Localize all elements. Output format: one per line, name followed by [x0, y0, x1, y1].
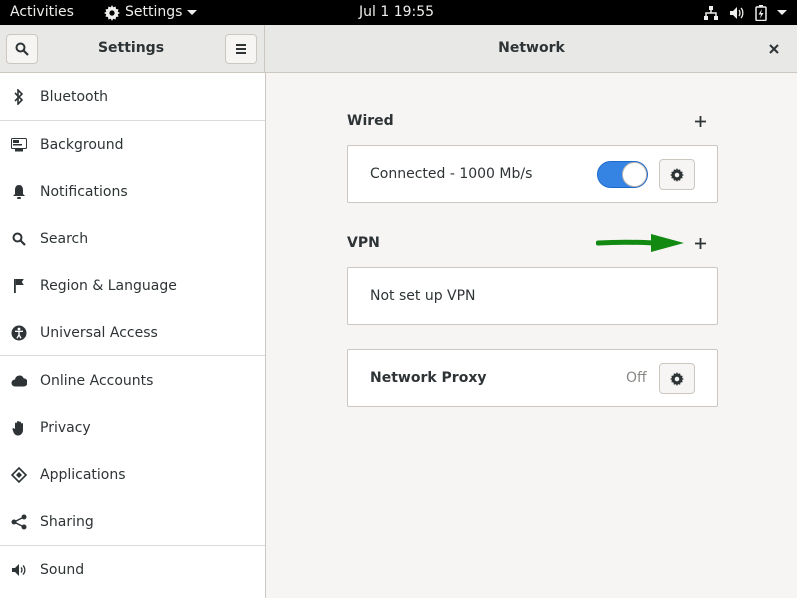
speaker-icon [11, 562, 27, 578]
clock[interactable]: Jul 1 19:55 [359, 0, 434, 25]
sidebar-item-bluetooth[interactable]: Bluetooth [0, 73, 265, 120]
top-bar: Activities Settings Jul 1 19:55 [0, 0, 797, 25]
sidebar-item-applications[interactable]: Applications [0, 451, 265, 498]
annotation-arrow-icon [596, 234, 684, 252]
gear-icon [670, 371, 684, 386]
sidebar-separator [0, 355, 265, 356]
wired-settings-button[interactable] [659, 159, 695, 190]
network-proxy-label: Network Proxy [370, 370, 487, 386]
sidebar-item-notifications[interactable]: Notifications [0, 168, 265, 215]
sidebar-item-universal-access[interactable]: Universal Access [0, 309, 265, 356]
header-bar: Settings Network [0, 25, 797, 73]
chevron-down-icon [777, 10, 787, 15]
accessibility-icon [11, 325, 27, 341]
bluetooth-icon [11, 88, 27, 105]
plus-icon [694, 115, 706, 127]
hand-icon [11, 420, 27, 436]
search-icon [15, 42, 29, 56]
sidebar-item-label: Background [40, 136, 124, 153]
activities-button[interactable]: Activities [10, 0, 74, 25]
primary-menu-button[interactable] [225, 34, 257, 64]
background-icon [11, 137, 27, 153]
hamburger-icon [236, 44, 246, 54]
page-title: Network [498, 40, 565, 56]
wired-connection-row: Connected - 1000 Mb/s [347, 145, 718, 203]
close-icon [769, 44, 779, 54]
sidebar-item-region-language[interactable]: Region & Language [0, 262, 265, 309]
cloud-icon [11, 373, 27, 389]
add-wired-button[interactable] [690, 111, 710, 131]
sidebar-item-sound[interactable]: Sound [0, 546, 265, 593]
search-icon [11, 231, 27, 247]
proxy-status: Off [626, 370, 647, 386]
sidebar-item-sharing[interactable]: Sharing [0, 498, 265, 545]
flag-icon [11, 278, 27, 294]
applications-icon [11, 466, 27, 483]
sidebar-item-label: Search [40, 230, 89, 247]
app-menu[interactable]: Settings [104, 0, 198, 25]
gear-icon [670, 167, 684, 182]
app-name: Settings [125, 4, 183, 20]
share-icon [11, 514, 27, 530]
proxy-settings-button[interactable] [659, 363, 695, 394]
sidebar-header: Settings [0, 25, 265, 72]
sidebar-item-label: Applications [40, 466, 126, 483]
vpn-section-title: VPN [347, 235, 380, 251]
sidebar-item-background[interactable]: Background [0, 121, 265, 168]
sidebar-title: Settings [97, 40, 165, 56]
system-status-menu[interactable] [703, 0, 787, 25]
sidebar-item-label: Notifications [40, 183, 128, 200]
sidebar-item-online-accounts[interactable]: Online Accounts [0, 357, 265, 404]
sidebar-item-label: Bluetooth [40, 88, 108, 105]
battery-icon [755, 4, 767, 21]
volume-icon [730, 6, 744, 19]
wired-section-title: Wired [347, 113, 394, 129]
sidebar-item-privacy[interactable]: Privacy [0, 404, 265, 451]
sidebar-item-label: Online Accounts [40, 372, 154, 389]
search-button[interactable] [6, 34, 38, 64]
toggle-knob [622, 162, 647, 187]
network-panel: Wired Connected - 1000 Mb/s VPN Not set … [266, 73, 797, 598]
add-vpn-button[interactable] [690, 233, 710, 253]
sidebar-item-label: Sharing [40, 513, 94, 530]
wired-toggle-switch[interactable] [597, 161, 648, 188]
chevron-down-icon [187, 10, 198, 15]
sidebar-item-label: Universal Access [40, 324, 158, 341]
vpn-empty-text: Not set up VPN [370, 288, 476, 304]
sidebar: Bluetooth Background Notifications Searc… [0, 73, 266, 598]
sidebar-item-search[interactable]: Search [0, 215, 265, 262]
bell-icon [11, 184, 27, 200]
wired-status: Connected - 1000 Mb/s [370, 166, 533, 182]
close-button[interactable] [762, 37, 786, 61]
gear-icon [104, 4, 120, 21]
sidebar-item-label: Region & Language [40, 277, 177, 294]
vpn-row: Not set up VPN [347, 267, 718, 325]
sidebar-item-label: Sound [40, 561, 85, 578]
sidebar-item-label: Privacy [40, 419, 91, 436]
network-icon [704, 5, 718, 20]
network-proxy-row[interactable]: Network Proxy Off [347, 349, 718, 407]
plus-icon [694, 237, 706, 249]
